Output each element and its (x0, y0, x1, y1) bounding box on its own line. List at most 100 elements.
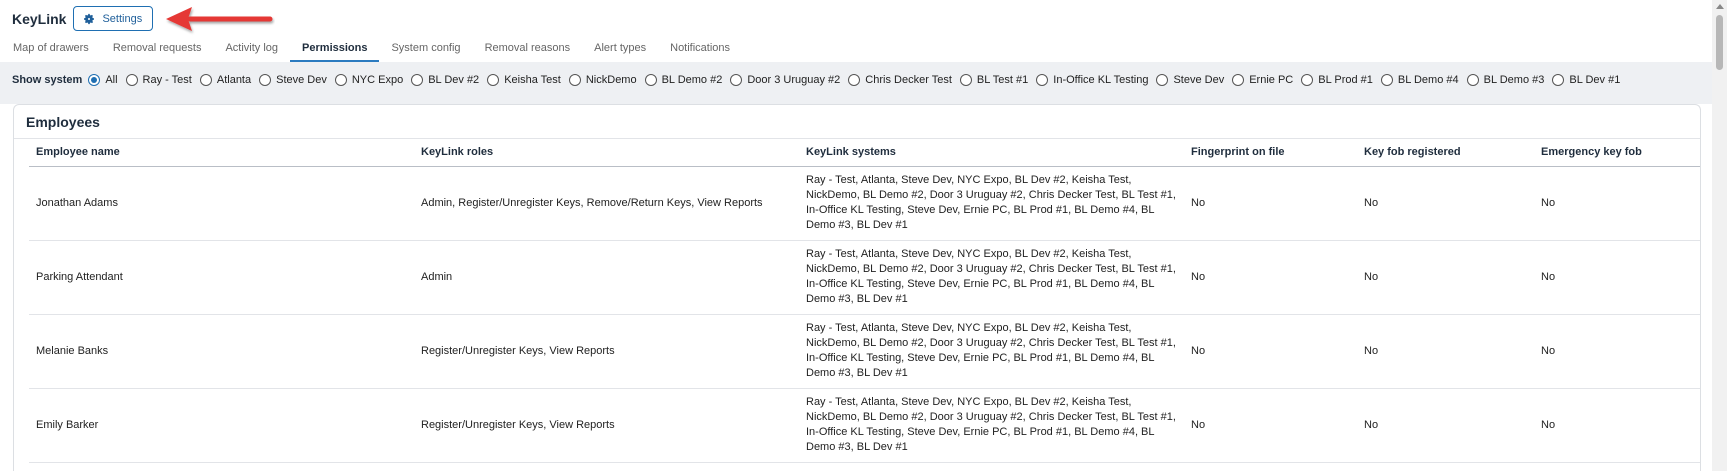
key-fob-cell: No (1357, 240, 1534, 315)
roles-cell: Admin (414, 240, 799, 315)
system-option[interactable]: BL Prod #1 (1301, 74, 1373, 86)
table-row[interactable]: Parking Attendant Admin Ray - Test, Atlant… (29, 240, 1700, 315)
system-option-label: BL Dev #2 (428, 74, 480, 86)
system-option[interactable]: BL Demo #3 (1466, 74, 1545, 86)
scroll-thumb[interactable] (1716, 15, 1723, 70)
system-option-label: BL Demo #2 (661, 74, 723, 86)
employee-name-cell: Emily Barker (29, 388, 414, 463)
system-option[interactable]: BL Dev #2 (411, 74, 479, 86)
radio-button[interactable] (1466, 74, 1479, 86)
radio-button[interactable] (568, 74, 581, 86)
radio-button[interactable] (1156, 74, 1169, 86)
system-option-label: BL Demo #3 (1483, 74, 1545, 86)
table-row[interactable]: Melanie Banks Register/Unregister Keys, V… (29, 314, 1700, 389)
roles-cell: Admin, Register/Unregister Keys, Remove/… (414, 166, 799, 241)
system-option-label: BL Dev #1 (1569, 74, 1621, 86)
employees-table: Employee name KeyLink roles KeyLink system… (29, 139, 1700, 463)
table-row[interactable]: Emily Barker Register/Unregister Keys, Vi… (29, 388, 1700, 463)
column-header[interactable]: Key fob registered (1357, 139, 1534, 167)
key-fob-cell: No (1357, 314, 1534, 389)
radio-button[interactable] (730, 74, 743, 86)
emergency-fob-cell: No (1534, 314, 1700, 389)
table-row[interactable]: Jonathan Adams Admin, Register/Unregister… (29, 166, 1700, 241)
page-scrollbar[interactable] (1712, 0, 1727, 471)
tab-removal-requests[interactable]: Removal requests (101, 42, 214, 62)
system-option[interactable]: Chris Decker Test (848, 74, 952, 86)
system-option-label: BL Prod #1 (1318, 74, 1373, 86)
radio-button[interactable] (1380, 74, 1393, 86)
system-option[interactable]: NYC Expo (334, 74, 404, 86)
column-header[interactable]: Fingerprint on file (1184, 139, 1357, 167)
emergency-fob-cell: No (1534, 166, 1700, 241)
column-header[interactable]: KeyLink systems (799, 139, 1184, 167)
radio-button[interactable] (88, 74, 101, 86)
radio-button[interactable] (1036, 74, 1049, 86)
system-filter: Show system All Ray - Test Atlanta Steve De… (0, 62, 1712, 104)
fingerprint-cell: No (1184, 240, 1357, 315)
system-option-label: Atlanta (216, 74, 252, 86)
system-option[interactable]: NickDemo (568, 74, 637, 86)
settings-button-label: Settings (102, 12, 143, 25)
system-option[interactable]: BL Demo #4 (1380, 74, 1459, 86)
system-option-label: Keisha Test (504, 74, 561, 86)
system-option[interactable]: Ray - Test (125, 74, 192, 86)
tab-system-config[interactable]: System config (379, 42, 472, 62)
tab-permissions[interactable]: Permissions (290, 42, 380, 62)
tab-map-of-drawers[interactable]: Map of drawers (1, 42, 101, 62)
system-option-label: Ernie PC (1249, 74, 1294, 86)
red-arrow-icon (166, 7, 273, 31)
employee-name-cell: Jonathan Adams (29, 166, 414, 241)
roles-cell: Register/Unregister Keys, View Reports (414, 388, 799, 463)
radio-button[interactable] (1232, 74, 1245, 86)
system-option[interactable]: Keisha Test (487, 74, 561, 86)
column-header[interactable]: Emergency key fob (1534, 139, 1700, 167)
system-option[interactable]: BL Demo #2 (644, 74, 723, 86)
systems-cell: Ray - Test, Atlanta, Steve Dev, NYC Expo… (799, 388, 1184, 463)
systems-cell: Ray - Test, Atlanta, Steve Dev, NYC Expo… (799, 314, 1184, 389)
system-option-label: Steve Dev (276, 74, 327, 86)
column-header[interactable]: Employee name (29, 139, 414, 167)
radio-button[interactable] (125, 74, 138, 86)
system-option-label: In-Office KL Testing (1053, 74, 1149, 86)
system-filter-label: Show system (12, 74, 83, 86)
system-option[interactable]: Door 3 Uruguay #2 (730, 74, 840, 86)
tab-alert-types[interactable]: Alert types (582, 42, 658, 62)
radio-button[interactable] (334, 74, 347, 86)
radio-button[interactable] (411, 74, 424, 86)
system-option[interactable]: Ernie PC (1232, 74, 1293, 86)
radio-button[interactable] (199, 74, 212, 86)
tab-activity-log[interactable]: Activity log (213, 42, 290, 62)
emergency-fob-cell: No (1534, 240, 1700, 315)
system-option[interactable]: Atlanta (199, 74, 252, 86)
radio-button[interactable] (848, 74, 861, 86)
system-option-label: Ray - Test (142, 74, 192, 86)
radio-button[interactable] (959, 74, 972, 86)
key-fob-cell: No (1357, 388, 1534, 463)
system-option[interactable]: BL Dev #1 (1552, 74, 1620, 86)
system-option-label: NYC Expo (351, 74, 404, 86)
system-option[interactable]: In-Office KL Testing (1036, 74, 1148, 86)
systems-cell: Ray - Test, Atlanta, Steve Dev, NYC Expo… (799, 240, 1184, 315)
system-option[interactable]: All (88, 74, 118, 86)
settings-button[interactable]: Settings (73, 6, 154, 31)
roles-cell: Register/Unregister Keys, View Reports (414, 314, 799, 389)
system-option[interactable]: Steve Dev (259, 74, 327, 86)
radio-button[interactable] (487, 74, 500, 86)
systems-cell: Ray - Test, Atlanta, Steve Dev, NYC Expo… (799, 166, 1184, 241)
radio-button[interactable] (1301, 74, 1314, 86)
system-option-label: All (105, 74, 118, 86)
employees-title: Employees (14, 105, 1700, 139)
tab-notifications[interactable]: Notifications (658, 42, 742, 62)
emergency-fob-cell: No (1534, 388, 1700, 463)
system-option[interactable]: Steve Dev (1156, 74, 1224, 86)
tab-bar: Map of drawers Removal requests Activity l… (0, 40, 1712, 62)
radio-button[interactable] (259, 74, 272, 86)
system-option-label: BL Test #1 (976, 74, 1029, 86)
gear-icon (84, 13, 95, 24)
tab-removal-reasons[interactable]: Removal reasons (473, 42, 583, 62)
radio-button[interactable] (1552, 74, 1565, 86)
scroll-up-icon[interactable] (1716, 4, 1724, 9)
radio-button[interactable] (644, 74, 657, 86)
column-header[interactable]: KeyLink roles (414, 139, 799, 167)
system-option[interactable]: BL Test #1 (959, 74, 1029, 86)
